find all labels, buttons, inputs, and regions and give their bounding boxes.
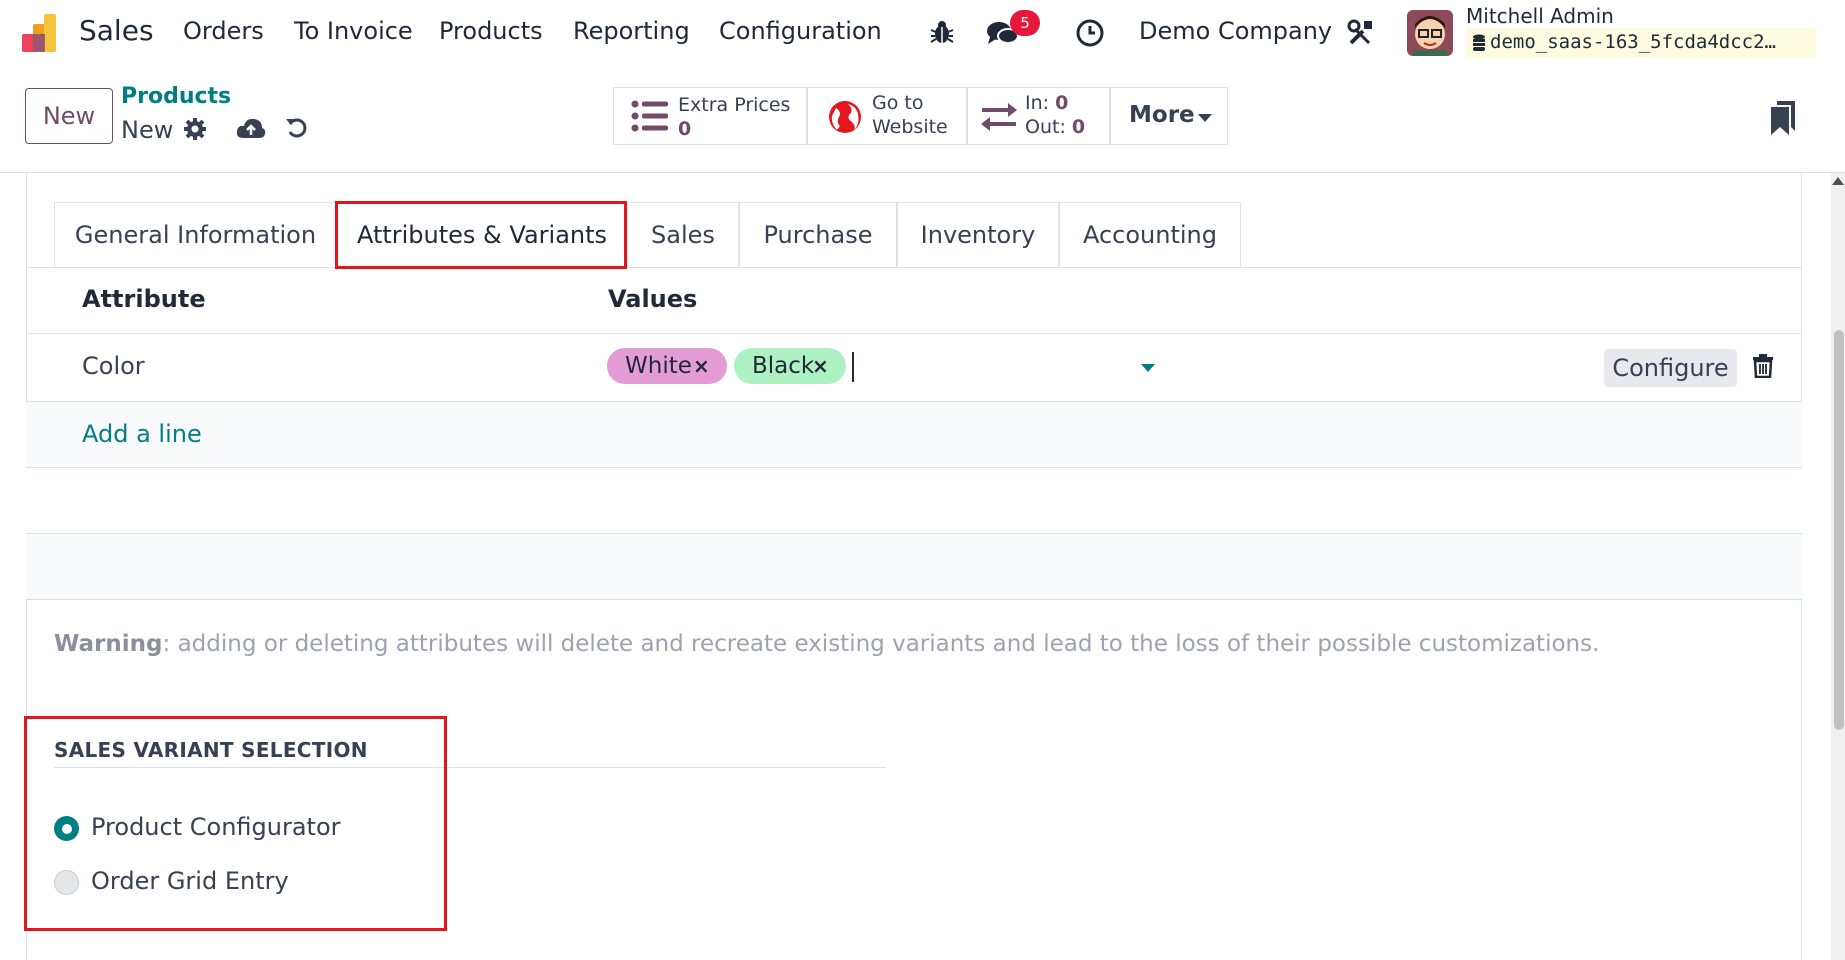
configure-button[interactable]: Configure: [1604, 349, 1737, 387]
company-switcher[interactable]: Demo Company: [1139, 17, 1332, 45]
caret-down-icon: [1198, 114, 1212, 122]
add-line-row: [26, 402, 1802, 467]
messages-count-badge: 5: [1010, 10, 1040, 36]
website-line1: Go to: [872, 92, 924, 114]
tab-accounting[interactable]: Accounting: [1059, 202, 1241, 268]
variants-warning-text: Warning: adding or deleting attributes w…: [54, 631, 1599, 657]
user-avatar[interactable]: [1407, 10, 1453, 56]
menu-to-invoice[interactable]: To Invoice: [294, 17, 413, 45]
tab-sales[interactable]: Sales: [627, 202, 739, 268]
tag-white-label: White: [625, 353, 692, 379]
tools-icon[interactable]: [1347, 19, 1375, 47]
more-label: More: [1129, 102, 1195, 128]
database-icon: [1472, 34, 1486, 52]
table-bottom-border: [26, 599, 1802, 600]
remove-white-icon[interactable]: ×: [693, 348, 710, 384]
extra-prices-button[interactable]: Extra Prices 0: [613, 87, 807, 145]
save-cloud-icon[interactable]: [236, 116, 266, 140]
empty-row: [26, 468, 1802, 533]
more-dropdown-button[interactable]: More: [1110, 87, 1228, 145]
extra-prices-value: 0: [678, 118, 692, 140]
remove-black-icon[interactable]: ×: [812, 348, 829, 384]
column-header-attribute[interactable]: Attribute: [82, 285, 206, 313]
menu-orders[interactable]: Orders: [183, 17, 264, 45]
values-input[interactable]: [852, 352, 1072, 382]
highlight-box-sales-variant: [24, 716, 447, 931]
add-a-line-link[interactable]: Add a line: [82, 420, 202, 448]
activity-clock-icon[interactable]: [1075, 18, 1105, 48]
tabs-divider: [26, 267, 1802, 268]
top-navbar: Sales Orders To Invoice Products Reporti…: [0, 0, 1845, 66]
highlight-box-tab: [335, 201, 627, 269]
tag-black-label: Black: [752, 353, 815, 379]
website-line2: Website: [872, 116, 948, 138]
out-label: Out: 0: [1025, 116, 1085, 138]
bookmark-icon[interactable]: [1771, 101, 1795, 135]
column-header-values[interactable]: Values: [608, 285, 697, 313]
in-out-moves-button[interactable]: In: 0 Out: 0: [967, 87, 1110, 145]
breadcrumb-products[interactable]: Products: [121, 84, 231, 109]
in-value: 0: [1055, 92, 1069, 114]
gear-icon[interactable]: [183, 117, 207, 141]
menu-configuration[interactable]: Configuration: [719, 17, 882, 45]
tab-general-information[interactable]: General Information: [54, 202, 337, 268]
extra-prices-label: Extra Prices: [678, 94, 791, 116]
value-tag-white: White ×: [607, 348, 727, 384]
in-label: In: 0: [1025, 92, 1068, 114]
warning-prefix: Warning: [54, 631, 163, 657]
menu-products[interactable]: Products: [439, 17, 543, 45]
globe-icon: [828, 100, 862, 134]
database-name: demo_saas-163_5fcda4dcc2…: [1490, 31, 1776, 53]
scroll-up-arrow-icon[interactable]: [1832, 177, 1844, 185]
warning-message: : adding or deleting attributes will del…: [162, 631, 1600, 657]
new-button[interactable]: New: [25, 88, 113, 144]
go-to-website-button[interactable]: Go to Website: [807, 87, 967, 145]
tab-purchase[interactable]: Purchase: [739, 202, 897, 268]
trash-icon[interactable]: [1753, 354, 1773, 378]
out-label-text: Out:: [1025, 116, 1066, 138]
app-logo-icon[interactable]: [22, 14, 64, 52]
in-label-text: In:: [1025, 92, 1050, 114]
discard-undo-icon[interactable]: [285, 116, 309, 140]
value-tag-black: Black ×: [734, 348, 846, 384]
tab-inventory[interactable]: Inventory: [897, 202, 1059, 268]
breadcrumb-current: New: [121, 116, 174, 144]
values-dropdown-caret-icon[interactable]: [1141, 364, 1155, 372]
scrollbar-thumb[interactable]: [1834, 330, 1844, 730]
debug-bug-icon[interactable]: [929, 19, 955, 45]
user-name[interactable]: Mitchell Admin: [1466, 4, 1614, 28]
exchange-arrows-icon: [980, 102, 1018, 132]
database-chip: demo_saas-163_5fcda4dcc2…: [1466, 28, 1816, 58]
menu-reporting[interactable]: Reporting: [573, 17, 690, 45]
app-name[interactable]: Sales: [79, 14, 154, 47]
out-value: 0: [1071, 116, 1086, 138]
attribute-color-cell[interactable]: Color: [82, 352, 145, 380]
empty-row: [26, 534, 1802, 599]
list-icon: [631, 100, 669, 132]
